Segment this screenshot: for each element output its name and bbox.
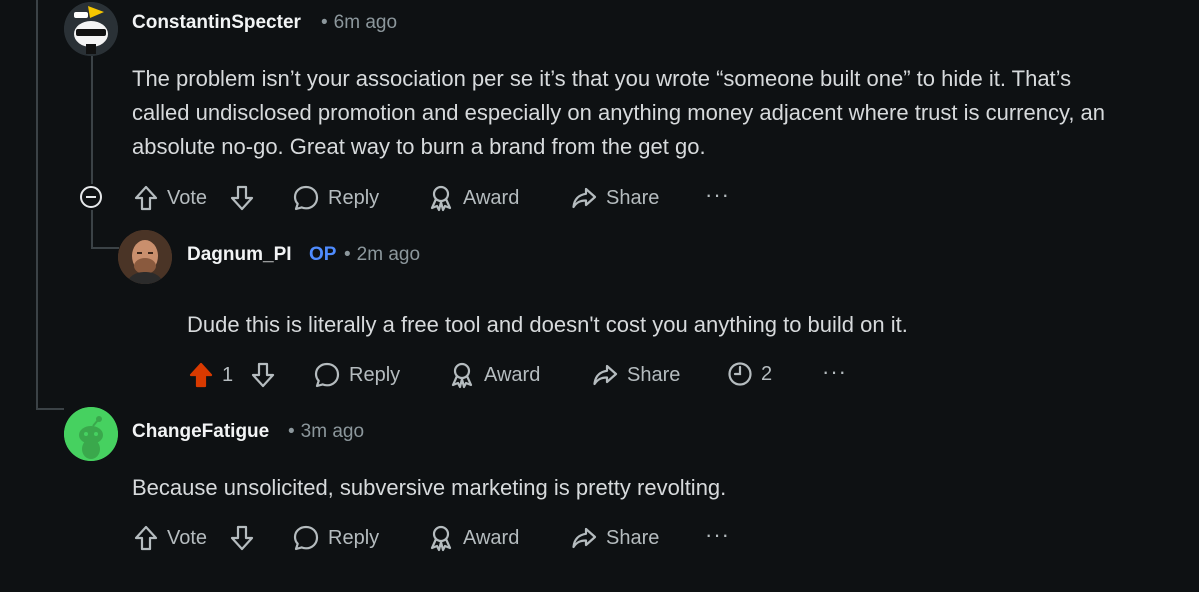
share-arrow-icon	[572, 187, 597, 209]
share-button[interactable]: Share	[570, 184, 659, 212]
avatar[interactable]	[118, 230, 172, 284]
comment-author[interactable]: Dagnum_PI	[187, 244, 292, 266]
downvote-arrow-icon	[230, 185, 254, 211]
reply-label: Reply	[328, 526, 380, 549]
user-photo-icon	[118, 230, 172, 284]
snoo-avatar-icon	[64, 2, 118, 56]
thread-line-reply-curve	[91, 247, 119, 249]
reply-button[interactable]: Reply	[313, 361, 400, 389]
comment-bubble-icon	[314, 362, 340, 388]
thread-line-comment1	[91, 56, 93, 184]
award-icon	[451, 362, 473, 389]
award-label: Award	[463, 526, 520, 549]
comment-bubble-icon	[293, 185, 319, 211]
reply-button[interactable]: Reply	[292, 524, 379, 552]
downvote-arrow-icon	[251, 362, 275, 388]
comment-body: Dude this is literally a free tool and d…	[187, 312, 908, 337]
comment-body-line: called undisclosed promotion and especia…	[132, 100, 1106, 125]
upvote-arrow-filled-icon	[189, 362, 213, 388]
award-icon	[430, 185, 452, 212]
share-label: Share	[606, 186, 660, 209]
award-button[interactable]: Award	[427, 524, 519, 552]
award-label: Award	[463, 186, 520, 209]
more-options-button[interactable]: ···	[705, 522, 730, 548]
vote-count: 1	[222, 363, 234, 386]
snoo-avatar-icon	[64, 407, 118, 461]
clock-icon	[728, 362, 752, 386]
collapse-thread-button[interactable]	[80, 186, 102, 208]
comment-timestamp: • 3m ago	[288, 421, 365, 442]
comment-body: Because unsolicited, subversive marketin…	[132, 475, 727, 500]
comment-timestamp: • 6m ago	[321, 12, 398, 33]
award-button[interactable]: Award	[448, 361, 540, 389]
upvote-button[interactable]: Vote	[133, 524, 207, 552]
share-button[interactable]: Share	[591, 361, 680, 389]
upvote-button[interactable]: Vote	[133, 184, 207, 212]
comment-author[interactable]: ChangeFatigue	[132, 421, 269, 443]
comment-body-line: The problem isn’t your association per s…	[132, 66, 1072, 91]
downvote-button[interactable]	[229, 184, 255, 212]
share-arrow-icon	[572, 527, 597, 549]
more-options-button[interactable]: ···	[705, 182, 730, 208]
reply-button[interactable]: Reply	[292, 184, 379, 212]
op-badge: OP	[309, 244, 337, 265]
reply-label: Reply	[328, 186, 380, 209]
upvote-button[interactable]: 1	[188, 361, 233, 389]
vote-label: Vote	[167, 526, 208, 549]
downvote-button[interactable]	[250, 361, 276, 389]
comment-author[interactable]: ConstantinSpecter	[132, 12, 301, 34]
thread-line-comment1-lower	[91, 210, 93, 248]
thread-line-root	[36, 0, 38, 410]
award-label: Award	[484, 363, 541, 386]
share-arrow-icon	[593, 364, 618, 386]
insights-count: 2	[761, 362, 773, 385]
reply-label: Reply	[349, 363, 401, 386]
award-icon	[430, 525, 452, 552]
share-label: Share	[606, 526, 660, 549]
comment-bubble-icon	[293, 525, 319, 551]
share-button[interactable]: Share	[570, 524, 659, 552]
share-label: Share	[627, 363, 681, 386]
downvote-arrow-icon	[230, 525, 254, 551]
vote-label: Vote	[167, 186, 208, 209]
comment-body-line: absolute no-go. Great way to burn a bran…	[132, 134, 706, 159]
avatar[interactable]	[64, 2, 118, 56]
comment-timestamp: • 2m ago	[344, 244, 421, 265]
upvote-arrow-icon	[134, 185, 158, 211]
thread-line-root-curve	[36, 408, 64, 410]
award-button[interactable]: Award	[427, 184, 519, 212]
downvote-button[interactable]	[229, 524, 255, 552]
avatar[interactable]	[64, 407, 118, 461]
comment-body: The problem isn’t your association per s…	[132, 62, 1192, 164]
upvote-arrow-icon	[134, 525, 158, 551]
insights-button[interactable]: 2	[727, 361, 772, 387]
more-options-button[interactable]: ···	[822, 359, 847, 385]
